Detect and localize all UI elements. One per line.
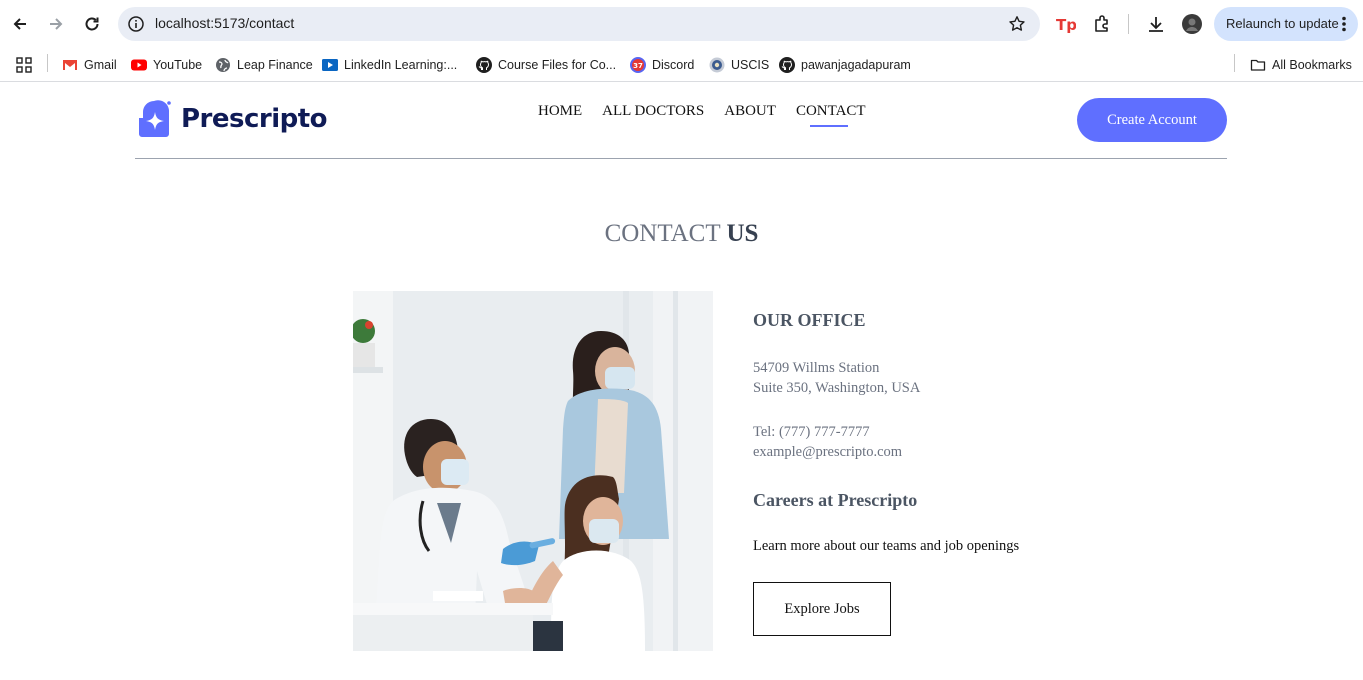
- bookmark-gmail[interactable]: Gmail: [62, 54, 117, 76]
- page-title-bold: US: [726, 220, 759, 247]
- bookmarks-divider: [1234, 54, 1235, 72]
- bookmark-youtube[interactable]: YouTube: [131, 54, 202, 76]
- discord-badge-count: 37: [633, 62, 643, 70]
- github-icon: [779, 57, 795, 73]
- download-icon[interactable]: [1145, 13, 1167, 35]
- prescripto-logo-icon: [139, 100, 171, 137]
- bookmark-linkedin-learning[interactable]: LinkedIn Learning:...: [322, 54, 457, 76]
- bookmark-label: Gmail: [84, 58, 117, 72]
- back-icon[interactable]: [8, 12, 32, 36]
- nav-contact-label: CONTACT: [795, 103, 866, 119]
- linkedin-learning-icon: [322, 57, 338, 73]
- bookmark-pawanjagadapuram[interactable]: pawanjagadapuram: [779, 54, 911, 76]
- nav-contact[interactable]: CONTACT: [795, 103, 866, 127]
- bookmark-leap-finance[interactable]: Leap Finance: [215, 54, 313, 76]
- bookmark-label: YouTube: [153, 58, 203, 72]
- create-account-button[interactable]: Create Account: [1077, 98, 1227, 142]
- bookmark-uscis[interactable]: USCIS: [709, 54, 769, 76]
- forward-icon[interactable]: [44, 12, 68, 36]
- profile-avatar[interactable]: [1181, 13, 1203, 35]
- more-menu-icon[interactable]: [1342, 16, 1346, 32]
- bookmark-star-icon[interactable]: [1008, 15, 1026, 33]
- bookmark-discord[interactable]: 37 Discord: [630, 54, 694, 76]
- browser-toolbar: localhost:5173/contact Tp Relaunch to up…: [0, 0, 1363, 48]
- careers-text: Learn more about our teams and job openi…: [753, 538, 1020, 554]
- all-bookmarks-button[interactable]: All Bookmarks: [1250, 54, 1352, 76]
- bookmark-label: Discord: [652, 58, 695, 72]
- url-text[interactable]: localhost:5173/contact: [155, 15, 294, 31]
- address-bar[interactable]: localhost:5173/contact: [118, 7, 1040, 41]
- gmail-icon: [62, 57, 78, 73]
- main-nav: HOME ALL DOCTORS ABOUT CONTACT: [538, 103, 866, 127]
- all-bookmarks-label: All Bookmarks: [1272, 58, 1352, 72]
- explore-jobs-button[interactable]: Explore Jobs: [753, 582, 891, 636]
- reload-icon[interactable]: [80, 12, 104, 36]
- careers-heading: Careers at Prescripto: [753, 490, 918, 510]
- globe-icon: [215, 57, 231, 73]
- relaunch-label: Relaunch to update: [1226, 16, 1339, 31]
- bookmark-label: Leap Finance: [237, 58, 313, 72]
- youtube-icon: [131, 57, 147, 73]
- toolbar-divider: [1128, 14, 1129, 34]
- contact-image: [353, 291, 713, 651]
- nav-all-doctors[interactable]: ALL DOCTORS: [602, 103, 704, 120]
- uscis-icon: [709, 57, 725, 73]
- bookmark-label: USCIS: [731, 58, 770, 72]
- bookmark-label: Course Files for Co...: [498, 58, 617, 72]
- page-title: CONTACT US: [0, 220, 1363, 248]
- tp-extension-icon[interactable]: Tp: [1055, 13, 1077, 35]
- nav-about[interactable]: ABOUT: [724, 103, 776, 120]
- bookmarks-divider: [47, 54, 48, 72]
- bookmark-label: LinkedIn Learning:...: [344, 58, 458, 72]
- discord-icon: 37: [630, 57, 646, 73]
- office-address: 54709 Willms Station Suite 350, Washingt…: [753, 358, 920, 398]
- github-icon: [476, 57, 492, 73]
- email-address: example@prescripto.com: [753, 444, 903, 460]
- bookmark-course-files[interactable]: Course Files for Co...: [476, 54, 616, 76]
- brand-name: Prescripto: [181, 104, 328, 134]
- nav-home[interactable]: HOME: [538, 103, 582, 120]
- header-divider: [135, 158, 1227, 159]
- active-nav-indicator: [809, 125, 848, 127]
- bookmark-label: pawanjagadapuram: [801, 58, 911, 72]
- bookmarks-bar: Gmail YouTube Leap Finance LinkedIn Lear…: [0, 48, 1363, 82]
- address-line-1: 54709 Willms Station: [753, 360, 880, 376]
- extensions-puzzle-icon[interactable]: [1091, 13, 1113, 35]
- contact-details: Tel: (777) 777-7777 example@prescripto.c…: [753, 422, 902, 462]
- address-line-2: Suite 350, Washington, USA: [753, 380, 921, 396]
- page-title-light: CONTACT: [604, 220, 721, 247]
- svg-text:Tp: Tp: [1056, 16, 1076, 33]
- office-heading: OUR OFFICE: [753, 310, 866, 330]
- folder-icon: [1250, 57, 1266, 73]
- brand-logo[interactable]: Prescripto: [135, 100, 328, 138]
- phone-number: Tel: (777) 777-7777: [753, 424, 870, 440]
- relaunch-button[interactable]: Relaunch to update: [1214, 7, 1358, 41]
- apps-grid-icon[interactable]: [16, 54, 32, 76]
- site-info-icon[interactable]: [128, 16, 144, 32]
